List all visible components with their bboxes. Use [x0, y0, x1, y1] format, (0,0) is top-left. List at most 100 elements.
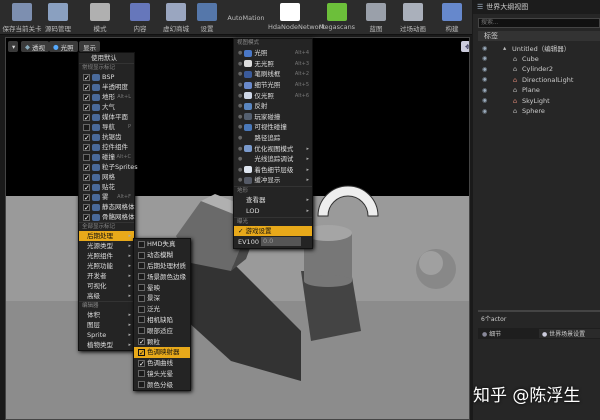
view-mode-item[interactable]: ● 路径追踪 — [234, 133, 312, 144]
checkbox[interactable]: ✓ — [138, 348, 145, 356]
checkbox[interactable] — [138, 316, 145, 324]
toolbar-button-5[interactable]: 设置 — [185, 3, 229, 33]
checkbox[interactable] — [138, 251, 145, 259]
show-submenu-item[interactable]: 光源类型 ▸ — [79, 241, 134, 251]
checkbox[interactable]: ✓ — [83, 203, 90, 211]
show-flag-item[interactable]: ✓ 半透明度 — [79, 82, 134, 92]
show-submenu-item[interactable]: Sprite ▸ — [79, 330, 134, 340]
post-process-flag-item[interactable]: HMD失真 — [134, 239, 190, 250]
show-submenu-item[interactable]: 可视化 ▸ — [79, 281, 134, 291]
view-mode-item[interactable]: ● 着色细节层级 ▸ — [234, 165, 312, 176]
outliner-row[interactable]: ◉ ⌂ Sphere — [478, 106, 600, 117]
perspective-button[interactable]: ◆ 透视 — [21, 41, 49, 52]
landscape-submenu-item[interactable]: 查看器 ▸ — [234, 195, 312, 206]
post-process-flag-item[interactable]: 动态模糊 — [134, 250, 190, 261]
show-flag-item[interactable]: ✓ 地形 Alt+L — [79, 92, 134, 102]
checkbox[interactable]: ✓ — [83, 183, 90, 191]
checkbox[interactable]: ✓ — [138, 359, 145, 367]
toolbar-button-2[interactable]: 模式 — [78, 3, 122, 33]
checkbox[interactable] — [138, 305, 145, 313]
viewport-options-button[interactable]: ▾ — [8, 41, 18, 52]
checkbox[interactable] — [138, 262, 145, 270]
post-process-flag-item[interactable]: 眼部适应 — [134, 325, 190, 336]
view-mode-item[interactable]: ● 光照 Alt+4 — [234, 48, 312, 59]
outliner-row[interactable]: ◉ ⌂ SkyLight — [478, 96, 600, 107]
show-submenu-item[interactable]: 后期处理 ▸ — [79, 231, 134, 241]
post-process-flag-item[interactable]: 相机缺陷 — [134, 315, 190, 326]
show-flag-item[interactable]: ✓ 抗锯齿 — [79, 132, 134, 142]
post-process-flag-item[interactable]: 颜色分级 — [134, 379, 190, 390]
show-button[interactable]: 显示 — [79, 41, 100, 52]
post-process-flag-item[interactable]: 晕映 — [134, 282, 190, 293]
checkbox[interactable] — [138, 273, 145, 281]
use-default-item[interactable]: 使用默认 — [79, 53, 134, 63]
visibility-eye-icon[interactable]: ◉ — [482, 45, 491, 52]
toolbar-button-1[interactable]: 源码管理 — [36, 3, 80, 33]
checkbox[interactable]: ✓ — [83, 213, 90, 221]
checkbox[interactable] — [138, 370, 145, 378]
game-settings-item[interactable]: ✓ 游戏设置 — [234, 225, 312, 236]
show-submenu-item[interactable]: 开发者 ▸ — [79, 271, 134, 281]
visibility-eye-icon[interactable]: ◉ — [482, 108, 491, 115]
show-submenu-item[interactable]: 植物类型 ▸ — [79, 340, 134, 350]
view-mode-item[interactable]: ● 缓冲显示 ▸ — [234, 175, 312, 186]
show-flag-item[interactable]: ✓ BSP — [79, 72, 134, 82]
show-flag-item[interactable]: ✓ 控件组件 — [79, 142, 134, 152]
checkbox[interactable]: ✓ — [83, 83, 90, 91]
details-tab[interactable]: ● 细节 — [478, 329, 539, 338]
show-flag-item[interactable]: ✓ 贴花 — [79, 182, 134, 192]
view-mode-item[interactable]: ● 笔刷线框 Alt+2 — [234, 69, 312, 80]
show-submenu-item[interactable]: 光照功能 ▸ — [79, 261, 134, 271]
view-mode-item[interactable]: ● 优化视图模式 ▸ — [234, 143, 312, 154]
toolbar-button-11[interactable]: 构建 — [430, 3, 474, 33]
view-mode-item[interactable]: ● 玩家碰撞 — [234, 112, 312, 123]
show-flag-item[interactable]: 导航 P — [79, 122, 134, 132]
view-mode-item[interactable]: ● 反射 — [234, 101, 312, 112]
view-mode-item[interactable]: ● 仅光照 Alt+6 — [234, 90, 312, 101]
post-process-flag-item[interactable]: ✓ 色调映射器 — [134, 346, 190, 358]
checkbox[interactable] — [138, 294, 145, 302]
show-submenu-item[interactable]: 高级 ▸ — [79, 291, 134, 301]
show-flag-item[interactable]: ✓ 媒体平面 — [79, 112, 134, 122]
show-flag-item[interactable]: ✓ 大气 — [79, 102, 134, 112]
show-flag-item[interactable]: ✓ 骨骼网格体 — [79, 212, 135, 222]
outliner-row[interactable]: ◉ ⌂ Cube — [478, 54, 600, 65]
post-process-flag-item[interactable]: 景深 — [134, 293, 190, 304]
view-mode-item[interactable]: ● 无光照 Alt+3 — [234, 59, 312, 70]
viewport-layout-button[interactable]: ✥ — [461, 41, 469, 52]
view-mode-item[interactable]: ● 光线追踪调试 ▸ — [234, 154, 312, 165]
checkbox[interactable] — [83, 153, 90, 161]
show-flag-item[interactable]: ✓ 网格 — [79, 172, 134, 182]
outliner-search-input[interactable] — [478, 18, 600, 28]
visibility-eye-icon[interactable]: ◉ — [482, 55, 491, 62]
outliner-row[interactable]: ◉ ⌂ Cylinder2 — [478, 64, 600, 75]
checkbox[interactable]: ✓ — [83, 133, 90, 141]
post-process-flag-item[interactable]: 场景颜色边缘 — [134, 271, 190, 282]
outliner-row[interactable]: ◉ ⌂ Plane — [478, 85, 600, 96]
post-process-flag-item[interactable]: 后期处理材质 — [134, 261, 190, 272]
checkbox[interactable] — [138, 284, 145, 292]
landscape-submenu-item[interactable]: LOD ▸ — [234, 206, 312, 217]
checkbox[interactable]: ✓ — [83, 113, 90, 121]
visibility-eye-icon[interactable]: ◉ — [482, 76, 491, 83]
post-process-flag-item[interactable]: 镜头光晕 — [134, 369, 190, 380]
show-flag-item[interactable]: 碰撞 Alt+C — [79, 152, 134, 162]
checkbox[interactable]: ✓ — [83, 103, 90, 111]
checkbox[interactable] — [83, 123, 90, 131]
toolbar-button-8[interactable]: Megascans — [315, 3, 359, 31]
checkbox[interactable]: ✓ — [83, 193, 90, 201]
view-mode-button[interactable]: ● 光照 — [49, 41, 78, 52]
checkbox[interactable]: ✓ — [83, 73, 90, 81]
toolbar-button-7[interactable]: HdaNodeNetwork — [268, 3, 325, 31]
world-settings-tab[interactable]: ● 世界场景设置 — [539, 329, 600, 338]
view-mode-item[interactable]: ● 可视性碰撞 — [234, 122, 312, 133]
view-mode-item[interactable]: ● 细节光照 Alt+5 — [234, 80, 312, 91]
checkbox[interactable]: ✓ — [83, 163, 90, 171]
post-process-flag-item[interactable]: 泛光 — [134, 304, 190, 315]
outliner-row[interactable]: ◉ ▴ Untitled（编辑器） — [478, 43, 600, 54]
checkbox[interactable]: ✓ — [138, 338, 145, 346]
checkbox[interactable] — [138, 381, 145, 389]
show-submenu-item[interactable]: 图层 ▸ — [79, 320, 134, 330]
toolbar-button-10[interactable]: 过场动画 — [391, 3, 435, 33]
ev100-input[interactable]: 0.0 — [260, 237, 301, 247]
